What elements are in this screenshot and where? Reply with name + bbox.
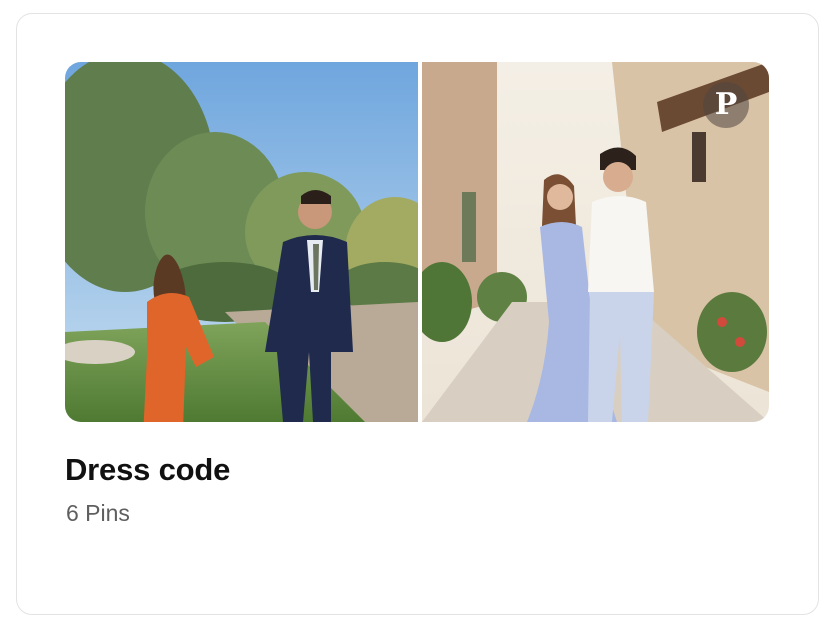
board-cover-collage[interactable]: P: [65, 62, 769, 422]
board-title[interactable]: Dress code: [65, 452, 230, 488]
board-pin-count: 6 Pins: [66, 500, 130, 526]
photo-couple-garden: [65, 62, 418, 422]
photo-couple-alley: P: [422, 62, 769, 422]
pinterest-logo-glyph: P: [714, 87, 738, 122]
pinterest-logo-icon[interactable]: P: [703, 82, 749, 128]
